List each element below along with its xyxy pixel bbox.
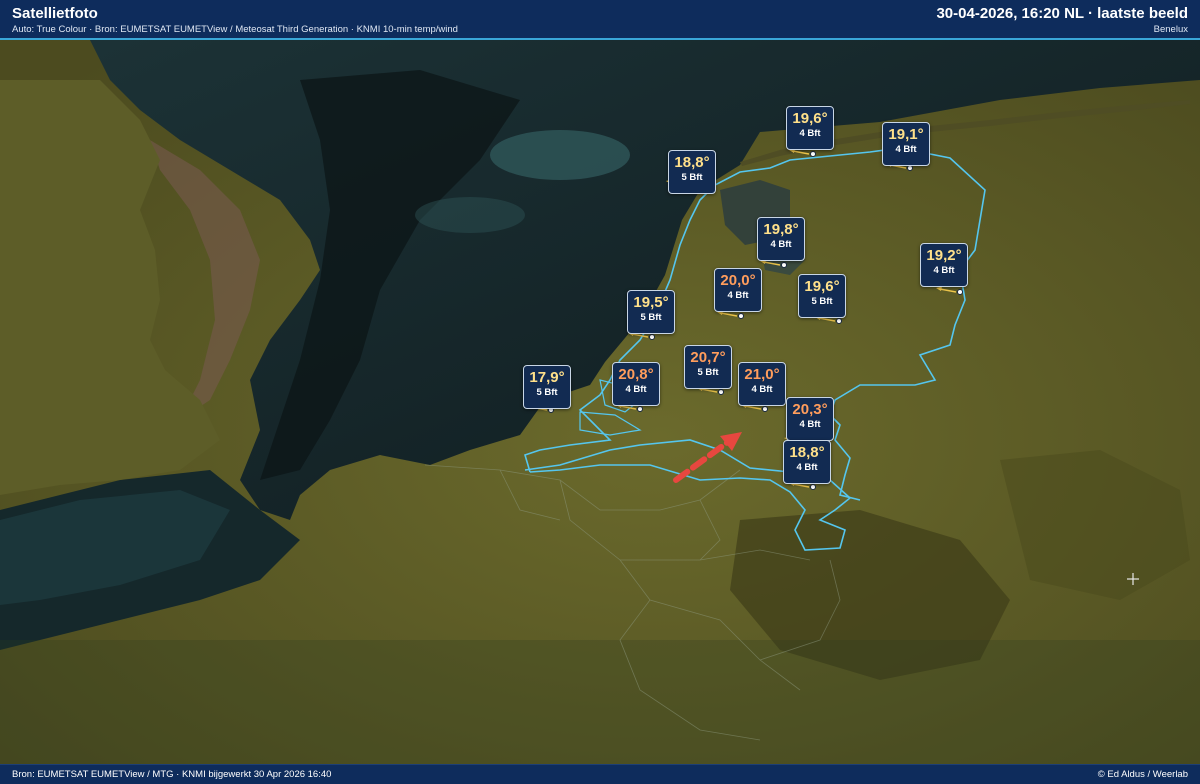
wind-force-value: 5 Bft (681, 172, 703, 183)
station-dot-icon (957, 289, 963, 295)
page-title: Satellietfoto (12, 5, 98, 22)
footer-credit: © Ed Aldus / Weerlab (1097, 769, 1188, 780)
station-label[interactable]: 18,8° 5 Bft (668, 150, 716, 194)
wind-force-value: 4 Bft (625, 384, 647, 395)
crosshair-icon (1127, 573, 1139, 585)
satellite-map[interactable]: 19,6° 4 Bft 19,1° 4 Bft 18,8° 5 Bft 19,8° 4 Bft… (0, 40, 1200, 764)
wind-force-value: 4 Bft (895, 144, 917, 155)
station-label[interactable]: 20,8° 4 Bft (612, 362, 660, 406)
temperature-value: 20,7° (690, 349, 726, 366)
station-dot-icon (718, 389, 724, 395)
station-label[interactable]: 19,8° 4 Bft (757, 217, 805, 261)
temperature-value: 18,8° (674, 154, 710, 171)
temperature-value: 20,8° (618, 366, 654, 383)
wind-force-value: 4 Bft (796, 462, 818, 473)
station-label[interactable]: 21,0° 4 Bft (738, 362, 786, 406)
wind-force-value: 5 Bft (640, 312, 662, 323)
satellite-viewer: Satellietfoto Auto: True Colour · Bron: … (0, 0, 1200, 784)
wind-direction-arrow-icon (936, 286, 956, 293)
station-label[interactable]: 19,6° 4 Bft (786, 106, 834, 150)
satellite-image (0, 40, 1200, 764)
wind-force-value: 5 Bft (697, 367, 719, 378)
wind-force-value: 4 Bft (933, 265, 955, 276)
region-label: Benelux (1153, 24, 1188, 35)
wind-force-value: 4 Bft (727, 290, 749, 301)
station-label[interactable]: 19,1° 4 Bft (882, 122, 930, 166)
station-label[interactable]: 20,3° 4 Bft (786, 397, 834, 441)
temperature-value: 21,0° (744, 366, 780, 383)
header-bar: Satellietfoto Auto: True Colour · Bron: … (0, 0, 1200, 40)
wind-force-value: 4 Bft (770, 239, 792, 250)
station-dot-icon (762, 406, 768, 412)
temperature-value: 19,8° (763, 221, 799, 238)
station-label[interactable]: 20,0° 4 Bft (714, 268, 762, 312)
station-label[interactable]: 18,8° 4 Bft (783, 440, 831, 484)
temperature-value: 17,9° (529, 369, 565, 386)
temperature-value: 19,1° (888, 126, 924, 143)
station-label[interactable]: 19,2° 4 Bft (920, 243, 968, 287)
station-label[interactable]: 20,7° 5 Bft (684, 345, 732, 389)
wind-force-value: 5 Bft (811, 296, 833, 307)
temperature-value: 19,6° (792, 110, 828, 127)
station-dot-icon (738, 313, 744, 319)
temperature-value: 18,8° (789, 444, 825, 461)
image-timestamp: 30-04-2026, 16:20 NL · laatste beeld (936, 5, 1188, 22)
wind-force-value: 4 Bft (751, 384, 773, 395)
footer-bar: Bron: EUMETSAT EUMETView / MTG · KNMI bi… (0, 764, 1200, 784)
source-subtitle: Auto: True Colour · Bron: EUMETSAT EUMET… (12, 24, 458, 35)
temperature-value: 20,3° (792, 401, 828, 418)
wind-force-value: 5 Bft (536, 387, 558, 398)
station-label[interactable]: 19,6° 5 Bft (798, 274, 846, 318)
station-label[interactable]: 17,9° 5 Bft (523, 365, 571, 409)
footer-source: Bron: EUMETSAT EUMETView / MTG · KNMI bi… (12, 769, 332, 780)
station-dot-icon (781, 262, 787, 268)
station-label[interactable]: 19,5° 5 Bft (627, 290, 675, 334)
station-dot-icon (649, 334, 655, 340)
station-dot-icon (836, 318, 842, 324)
wind-force-value: 4 Bft (799, 419, 821, 430)
wind-force-value: 4 Bft (799, 128, 821, 139)
temperature-value: 20,0° (720, 272, 756, 289)
temperature-value: 19,2° (926, 247, 962, 264)
station-dot-icon (810, 151, 816, 157)
temperature-value: 19,5° (633, 294, 669, 311)
temperature-value: 19,6° (804, 278, 840, 295)
station-dot-icon (637, 406, 643, 412)
station-dot-icon (810, 484, 816, 490)
